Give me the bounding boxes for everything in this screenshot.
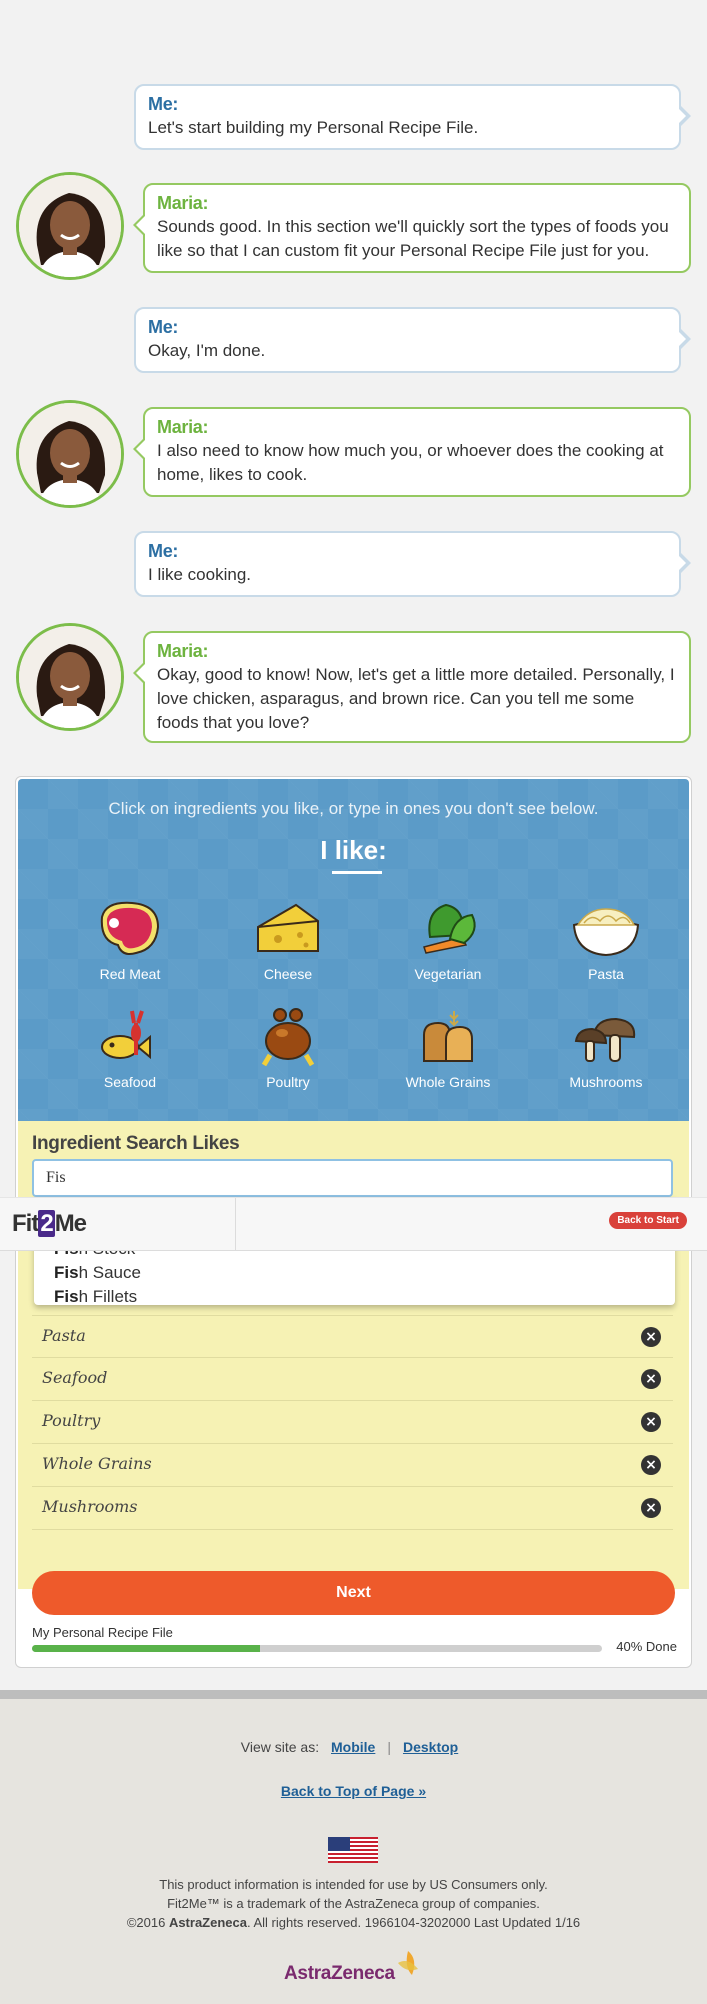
astrazeneca-symbol-icon (398, 1951, 418, 1975)
sticky-header: Fit2Me Back to Start (0, 1197, 707, 1251)
speaker-name: Maria: (157, 417, 209, 437)
message-text: Okay, I'm done. (148, 341, 266, 360)
desktop-link[interactable]: Desktop (403, 1739, 458, 1755)
progress-bar (32, 1645, 602, 1652)
like-row-whole-grains: Whole Grains × (32, 1444, 673, 1487)
mobile-link[interactable]: Mobile (331, 1739, 375, 1755)
maria-message-1: Maria: Sounds good. In this section we'l… (133, 183, 691, 273)
pasta-bowl-icon (572, 908, 640, 957)
next-button[interactable]: Next (32, 1571, 675, 1615)
search-title: Ingredient Search Likes (32, 1133, 240, 1154)
us-flag-icon (328, 1837, 378, 1863)
remove-icon[interactable]: × (641, 1369, 661, 1389)
category-seafood[interactable]: Seafood (70, 1005, 190, 1090)
suggestion-item[interactable]: Fish Sauce (54, 1263, 141, 1283)
remove-icon[interactable]: × (641, 1412, 661, 1432)
i-like-heading: I like: (320, 835, 387, 865)
me-message-1: Me: Let's start building my Personal Rec… (134, 84, 691, 150)
category-picker: Click on ingredients you like, or type i… (18, 779, 689, 1121)
message-text: I like cooking. (148, 565, 251, 584)
like-row-poultry: Poultry × (32, 1401, 673, 1444)
seafood-icon (101, 1010, 151, 1060)
mushroom-icon (574, 1017, 636, 1062)
view-site-as: View site as: Mobile | Desktop (240, 1739, 459, 1755)
category-mushrooms[interactable]: Mushrooms (546, 1005, 666, 1090)
maria-portrait-icon (19, 175, 121, 277)
like-label: Mushrooms (42, 1497, 138, 1516)
remove-icon[interactable]: × (641, 1498, 661, 1518)
bread-icon (423, 1011, 473, 1062)
category-pasta[interactable]: Pasta (546, 897, 666, 982)
like-row-mushrooms: Mushrooms × (32, 1487, 673, 1530)
maria-avatar (16, 172, 124, 280)
category-label: Mushrooms (569, 1074, 643, 1090)
maria-message-2: Maria: I also need to know how much you,… (133, 407, 691, 497)
speaker-name: Maria: (157, 193, 209, 213)
speaker-name: Maria: (157, 641, 209, 661)
progress-percent: 40% Done (616, 1639, 677, 1654)
like-label: Whole Grains (42, 1454, 152, 1473)
category-label: Red Meat (99, 966, 161, 982)
steak-icon (100, 901, 160, 955)
category-label: Pasta (588, 966, 624, 982)
maria-avatar (16, 623, 124, 731)
ingredient-search-input[interactable] (32, 1159, 673, 1197)
suggestion-item[interactable]: Fish Fillets (54, 1287, 137, 1307)
category-poultry[interactable]: Poultry (228, 1005, 348, 1090)
like-label: Pasta (42, 1326, 86, 1345)
cheese-icon (257, 903, 319, 952)
speaker-name: Me: (148, 94, 179, 114)
category-label: Whole Grains (405, 1074, 491, 1090)
progress-fill (32, 1645, 260, 1652)
back-to-start-button[interactable]: Back to Start (609, 1212, 687, 1229)
footer: View site as: Mobile | Desktop Back to Top… (0, 1690, 707, 2004)
maria-portrait-icon (19, 626, 121, 728)
fit2me-logo[interactable]: Fit2Me (12, 1210, 87, 1238)
maria-portrait-icon (19, 403, 121, 505)
message-text: Sounds good. In this section we'll quick… (157, 217, 669, 260)
back-to-top-link[interactable]: Back to Top of Page » (0, 1783, 707, 1799)
speaker-name: Me: (148, 317, 179, 337)
maria-message-3: Maria: Okay, good to know! Now, let's ge… (133, 631, 691, 743)
speaker-name: Me: (148, 541, 179, 561)
ingredient-search-section: Ingredient Search Likes Fish Stock Fish … (18, 1121, 689, 1589)
like-row-seafood: Seafood × (32, 1358, 673, 1401)
me-message-2: Me: Okay, I'm done. (134, 307, 691, 373)
legal-text: This product information is intended for… (126, 1877, 581, 1930)
me-message-3: Me: I like cooking. (134, 531, 691, 597)
message-text: I also need to know how much you, or who… (157, 441, 664, 484)
category-red-meat[interactable]: Red Meat (70, 897, 190, 982)
message-text: Okay, good to know! Now, let's get a lit… (157, 665, 675, 732)
message-text: Let's start building my Personal Recipe … (148, 118, 479, 137)
remove-icon[interactable]: × (641, 1455, 661, 1475)
category-whole-grains[interactable]: Whole Grains (388, 1005, 508, 1090)
category-label: Seafood (103, 1074, 157, 1090)
turkey-icon (261, 1008, 315, 1067)
category-label: Poultry (266, 1074, 310, 1090)
like-row-pasta: Pasta × (32, 1315, 673, 1358)
category-vegetarian[interactable]: Vegetarian (388, 897, 508, 982)
category-label: Vegetarian (414, 966, 482, 982)
instruction-text: Click on ingredients you like, or type i… (108, 799, 599, 818)
astrazeneca-logo: AstraZeneca (284, 1951, 418, 1985)
like-label: Seafood (42, 1368, 108, 1387)
maria-avatar (16, 400, 124, 508)
remove-icon[interactable]: × (641, 1327, 661, 1347)
vegetables-icon (423, 903, 476, 954)
progress-label: My Personal Recipe File (32, 1625, 173, 1640)
like-label: Poultry (42, 1411, 101, 1430)
category-cheese[interactable]: Cheese (228, 897, 348, 982)
category-label: Cheese (263, 966, 313, 982)
